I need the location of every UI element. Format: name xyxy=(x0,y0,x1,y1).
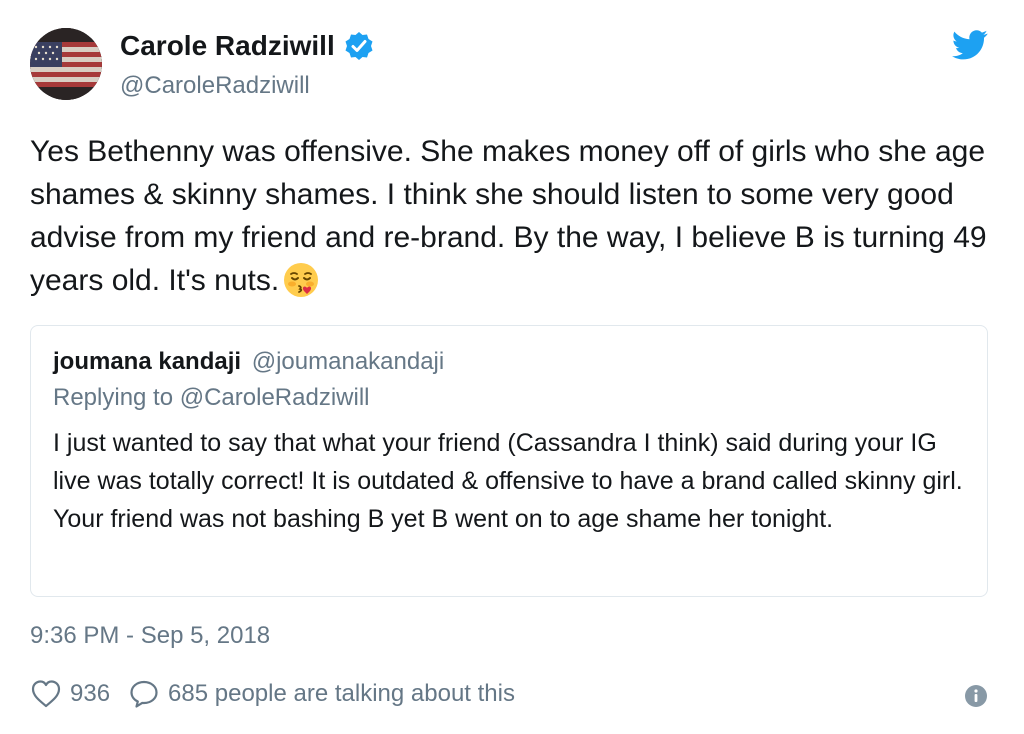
quoted-tweet-header: joumana kandaji @joumanakandaji xyxy=(53,348,444,376)
tweet-timestamp[interactable]: 9:36 PM - Sep 5, 2018 xyxy=(30,622,270,650)
flag-avatar-image xyxy=(30,28,102,100)
tweet-text: Yes Bethenny was offensive. She makes mo… xyxy=(30,130,1000,302)
tweet-body: Yes Bethenny was offensive. She makes mo… xyxy=(30,135,987,297)
verified-badge-icon xyxy=(345,32,373,60)
quoted-author-handle: @joumanakandaji xyxy=(251,348,445,375)
quoted-author-name: joumana kandaji xyxy=(53,348,242,375)
author-name-text[interactable]: Carole Radziwill xyxy=(120,30,335,62)
heart-icon[interactable] xyxy=(30,678,62,710)
avatar[interactable] xyxy=(30,28,102,100)
info-icon[interactable] xyxy=(964,684,988,708)
like-count[interactable]: 936 xyxy=(70,680,110,708)
face-blowing-kiss-icon xyxy=(284,263,319,297)
quoted-tweet-text: I just wanted to say that what your frie… xyxy=(53,429,963,533)
quoted-tweet-card[interactable]: joumana kandaji @joumanakandaji Replying… xyxy=(30,325,988,597)
speech-bubble-icon[interactable] xyxy=(128,678,160,710)
author-display-name[interactable]: Carole Radziwill xyxy=(120,30,375,62)
quoted-replying-to: Replying to @CaroleRadziwill xyxy=(53,384,370,411)
author-handle[interactable]: @CaroleRadziwill xyxy=(120,72,310,100)
embedded-tweet: Carole Radziwill @CaroleRadziwill Yes Be… xyxy=(0,0,1024,734)
talking-count[interactable]: 685 people are talking about this xyxy=(168,680,515,708)
twitter-bird-icon[interactable] xyxy=(952,30,988,60)
tweet-actions: 936 685 people are talking about this xyxy=(30,676,515,712)
